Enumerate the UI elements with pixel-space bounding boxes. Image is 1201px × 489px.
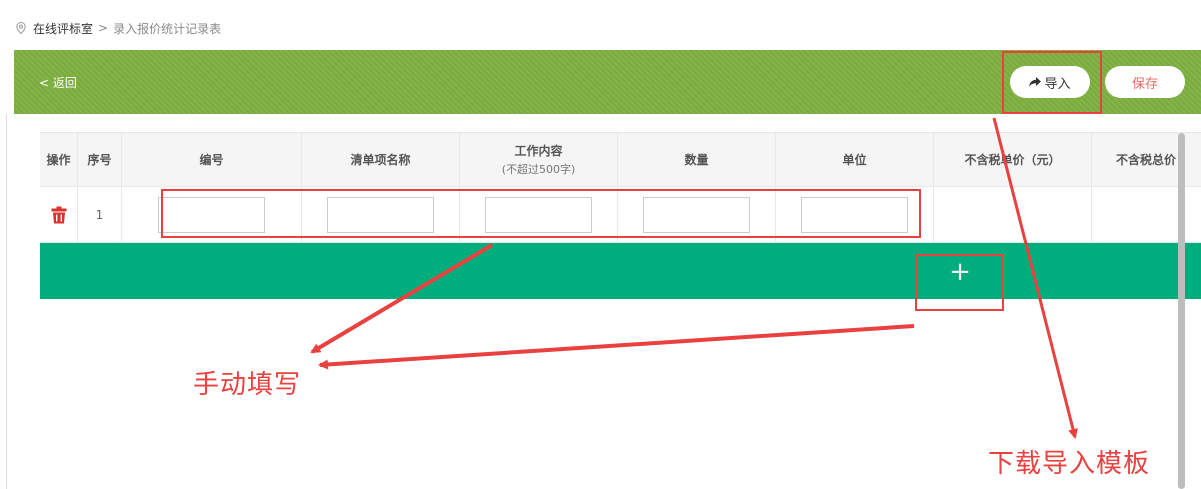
add-row-bar[interactable]: + (40, 243, 1201, 299)
save-button[interactable]: 保存 (1105, 66, 1185, 98)
add-row-highlight-box (915, 254, 1004, 311)
column-header-code: 编号 (122, 133, 302, 186)
breadcrumb: 在线评标室 > 录入报价统计记录表 (14, 19, 221, 37)
row-unit-price-cell (934, 187, 1092, 242)
row-action-cell (40, 187, 78, 242)
content-left-border (6, 114, 7, 489)
breadcrumb-separator: > (98, 21, 109, 35)
manual-fill-label: 手动填写 (193, 370, 302, 400)
download-template-label: 下载导入模板 (988, 449, 1151, 479)
breadcrumb-current: 录入报价统计记录表 (113, 21, 222, 36)
save-button-label: 保存 (1131, 76, 1158, 92)
column-header-unit: 单位 (776, 133, 934, 186)
import-highlight-box (1002, 51, 1102, 114)
column-header-work-content-limit: (不超过500字) (501, 163, 576, 176)
arrow-add-to-manual (318, 324, 915, 370)
column-header-index: 序号 (78, 133, 122, 186)
location-pin-icon (16, 21, 26, 35)
column-header-unit-price: 不含税单价（元） (934, 133, 1092, 186)
column-header-work-content: 工作内容 (不超过500字) (460, 133, 618, 186)
vertical-scrollbar[interactable] (1178, 133, 1185, 489)
table-header: 操作 序号 编号 清单项名称 工作内容 (不超过500字) 数量 单位 不含税单… (40, 132, 1201, 187)
row-index-cell: 1 (78, 187, 122, 242)
back-link[interactable]: < 返回 (39, 74, 77, 91)
trash-icon[interactable] (51, 206, 67, 224)
column-header-quantity: 数量 (618, 133, 776, 186)
column-header-item-name: 清单项名称 (302, 133, 460, 186)
page: 在线评标室 > 录入报价统计记录表 < 返回 导入 保存 操作 序号 编号 清单… (0, 0, 1201, 489)
inputs-highlight-box (161, 189, 921, 238)
breadcrumb-home-link[interactable]: 在线评标室 (33, 20, 93, 37)
column-header-action: 操作 (40, 133, 78, 186)
